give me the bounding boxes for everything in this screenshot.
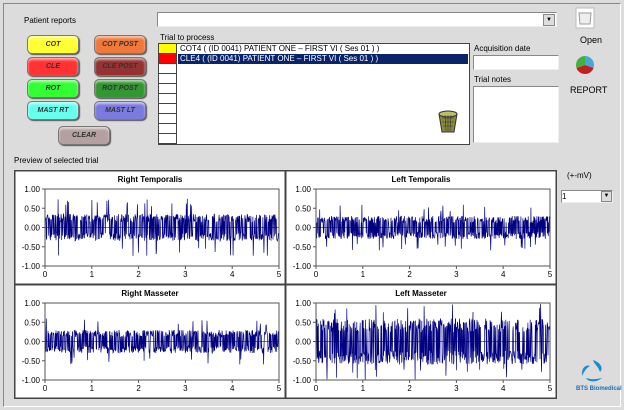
trial-row[interactable]: CLE4 ( (ID 0041) PATIENT ONE – FIRST VI … bbox=[178, 54, 468, 64]
trial-color-swatch bbox=[159, 44, 177, 54]
x-tick-label: 3 bbox=[183, 270, 188, 279]
dropdown-arrow-icon[interactable]: ▼ bbox=[543, 14, 555, 26]
y-tick-label: -0.50 bbox=[293, 357, 312, 366]
x-tick-label: 4 bbox=[501, 270, 506, 279]
x-tick-label: 2 bbox=[407, 384, 412, 393]
y-tick-label: 1.00 bbox=[295, 185, 311, 194]
report-button-mast-lt[interactable]: MAST LT bbox=[94, 101, 146, 120]
trial-color-swatch bbox=[159, 134, 177, 144]
report-button-rot-post[interactable]: ROT POST bbox=[94, 79, 146, 98]
x-tick-label: 4 bbox=[230, 270, 235, 279]
x-tick-label: 3 bbox=[183, 384, 188, 393]
x-tick-label: 3 bbox=[454, 270, 459, 279]
trial-color-swatch bbox=[159, 124, 177, 134]
y-tick-label: 0.00 bbox=[295, 338, 311, 347]
report-button-cot-post[interactable]: COT POST bbox=[94, 35, 146, 54]
y-tick-label: 0.50 bbox=[295, 318, 311, 327]
trial-color-swatch bbox=[159, 94, 177, 104]
y-tick-label: -1.00 bbox=[22, 376, 41, 385]
y-tick-label: 1.00 bbox=[295, 299, 311, 308]
bts-logo-icon bbox=[581, 360, 602, 382]
report-button-cle-post[interactable]: CLE POST bbox=[94, 57, 146, 76]
y-tick-label: -1.00 bbox=[22, 262, 41, 271]
y-tick-label: 0.00 bbox=[24, 224, 40, 233]
trial-color-swatch bbox=[159, 84, 177, 94]
y-tick-label: 0.50 bbox=[295, 204, 311, 213]
charts-panel: Right Temporalis 1.00 0.50 0.00 -0.50 -1.00 0 1… bbox=[14, 170, 557, 399]
report-button-clear[interactable]: CLEAR bbox=[58, 126, 110, 145]
y-tick-label: 0.00 bbox=[295, 224, 311, 233]
y-tick-label: -1.00 bbox=[293, 262, 312, 271]
report-pie-icon[interactable] bbox=[575, 55, 595, 75]
x-tick-label: 3 bbox=[454, 384, 459, 393]
y-tick-label: -0.50 bbox=[22, 357, 41, 366]
chart-title: Left Masseter bbox=[395, 289, 447, 298]
trial-notes-label: Trial notes bbox=[474, 75, 512, 84]
trial-notes-field[interactable] bbox=[473, 86, 559, 143]
trial-color-swatch bbox=[159, 74, 177, 84]
x-tick-label: 2 bbox=[136, 384, 141, 393]
report-button[interactable]: REPORT bbox=[570, 85, 607, 95]
open-file-icon[interactable] bbox=[575, 7, 595, 29]
x-tick-label: 5 bbox=[548, 270, 553, 279]
trial-to-process-label: Trial to process bbox=[160, 33, 215, 42]
y-tick-label: 0.50 bbox=[24, 204, 40, 213]
x-tick-label: 5 bbox=[277, 384, 282, 393]
x-tick-label: 1 bbox=[361, 270, 366, 279]
emg-chart-0: Right Temporalis 1.00 0.50 0.00 -0.50 -1.000 1… bbox=[14, 170, 286, 285]
chart-title: Right Temporalis bbox=[118, 175, 183, 184]
trial-color-swatch bbox=[159, 104, 177, 114]
trial-color-swatch bbox=[159, 64, 177, 74]
trial-row[interactable]: COT4 ( (ID 0041) PATIENT ONE – FIRST VI … bbox=[178, 44, 468, 54]
scale-value: 1 bbox=[562, 192, 567, 201]
emg-chart-3: Left Masseter 1.00 0.50 0.00 -0.50 -1.000 1 2 3 4… bbox=[285, 284, 557, 399]
x-tick-label: 0 bbox=[314, 270, 319, 279]
bts-logo-text: BTS Biomedical bbox=[576, 386, 622, 392]
x-tick-label: 5 bbox=[548, 384, 553, 393]
x-tick-label: 0 bbox=[43, 270, 48, 279]
chart-title: Left Temporalis bbox=[392, 175, 452, 184]
y-tick-label: 1.00 bbox=[24, 185, 40, 194]
emg-chart-1: Left Temporalis 1.00 0.50 0.00 -0.50 -1.000 1 2… bbox=[285, 170, 557, 285]
patient-reports-title: Patient reports bbox=[24, 16, 77, 25]
chart-title: Right Masseter bbox=[121, 289, 178, 298]
dropdown-arrow-icon[interactable]: ▼ bbox=[601, 191, 612, 202]
acquisition-date-field[interactable] bbox=[473, 55, 559, 70]
y-tick-label: -0.50 bbox=[293, 243, 312, 252]
report-button-cot[interactable]: COT bbox=[27, 35, 79, 54]
y-tick-label: 0.50 bbox=[24, 318, 40, 327]
x-tick-label: 4 bbox=[501, 384, 506, 393]
x-tick-label: 5 bbox=[277, 270, 282, 279]
acquisition-date-label: Acquisition date bbox=[474, 44, 531, 53]
trial-list[interactable]: COT4 ( (ID 0041) PATIENT ONE – FIRST VI … bbox=[158, 43, 470, 145]
x-tick-label: 2 bbox=[136, 270, 141, 279]
x-tick-label: 1 bbox=[90, 270, 95, 279]
preview-title: Preview of selected trial bbox=[14, 156, 99, 165]
x-tick-label: 0 bbox=[43, 384, 48, 393]
x-tick-label: 4 bbox=[230, 384, 235, 393]
x-tick-label: 1 bbox=[90, 384, 95, 393]
trash-basket-icon[interactable] bbox=[437, 110, 459, 134]
report-button-rot[interactable]: ROT bbox=[27, 79, 79, 98]
patient-select[interactable]: ▼ bbox=[157, 12, 557, 27]
y-tick-label: 0.00 bbox=[24, 338, 40, 347]
y-tick-label: -1.00 bbox=[293, 376, 312, 385]
trial-color-swatch bbox=[159, 114, 177, 124]
y-tick-label: 1.00 bbox=[24, 299, 40, 308]
y-tick-label: -0.50 bbox=[22, 243, 41, 252]
emg-chart-2: Right Masseter 1.00 0.50 0.00 -0.50 -1.000 1 2 3… bbox=[14, 284, 286, 399]
report-button-mast-rt[interactable]: MAST RT bbox=[27, 101, 79, 120]
report-button-cle[interactable]: CLE bbox=[27, 57, 79, 76]
x-tick-label: 0 bbox=[314, 384, 319, 393]
scale-label: (+-mV) bbox=[567, 171, 592, 180]
trial-color-swatch bbox=[159, 54, 177, 64]
open-label[interactable]: Open bbox=[580, 35, 602, 45]
scale-select[interactable]: 1 ▼ bbox=[561, 190, 613, 203]
x-tick-label: 2 bbox=[407, 270, 412, 279]
x-tick-label: 1 bbox=[361, 384, 366, 393]
